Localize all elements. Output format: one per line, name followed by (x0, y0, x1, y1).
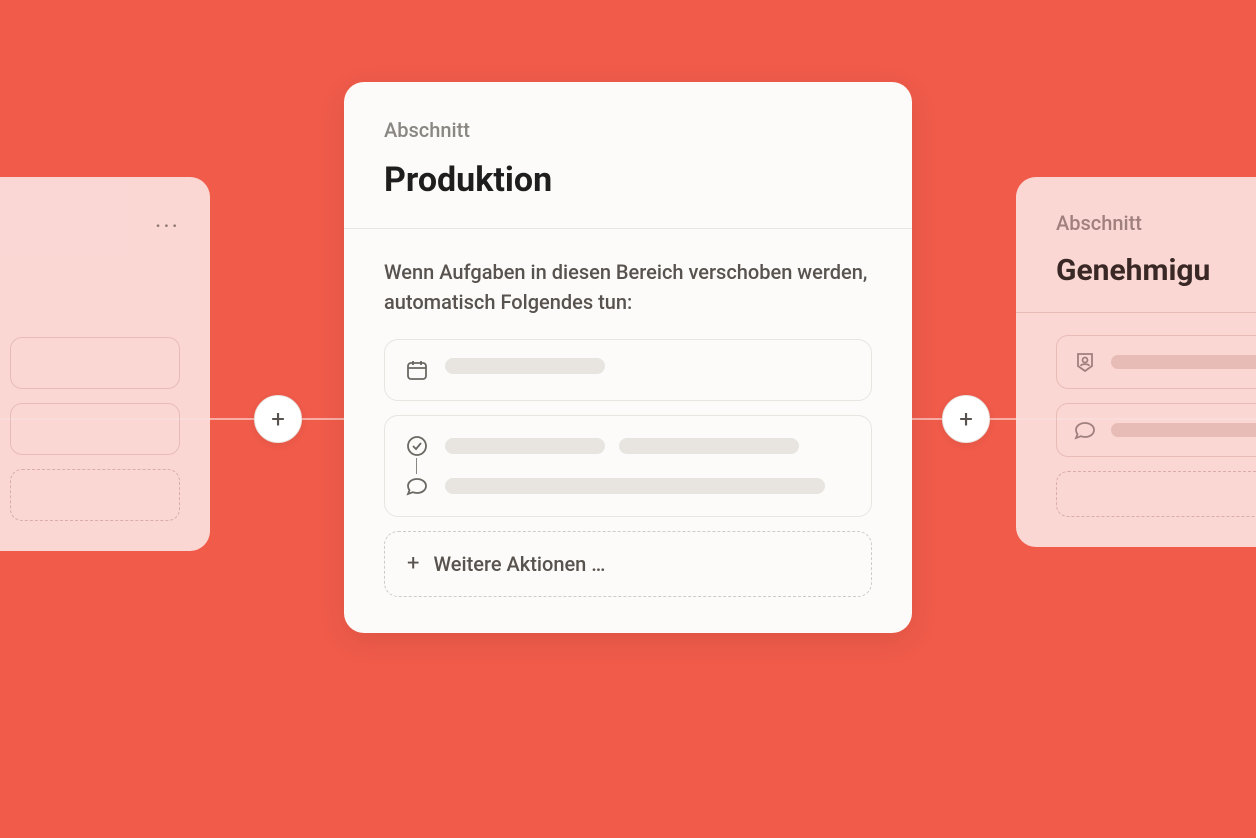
comment-icon (1073, 418, 1097, 442)
more-menu-icon[interactable]: ... (10, 207, 180, 237)
cards-container: ... + Abschnitt Produktion Wenn Aufgaben… (0, 0, 1256, 838)
section-label: Abschnitt (1056, 211, 1256, 235)
row-connector (416, 458, 417, 474)
add-action-placeholder[interactable] (10, 469, 180, 521)
action-rule-comment[interactable] (1056, 403, 1256, 457)
plus-icon: + (407, 553, 419, 575)
action-placeholder-text (445, 478, 825, 494)
action-placeholder-text (1111, 355, 1256, 369)
user-badge-icon (1073, 350, 1097, 374)
section-title: Produktion (384, 160, 872, 200)
calendar-icon (405, 358, 429, 382)
divider (1016, 312, 1256, 313)
action-placeholder-text (445, 358, 605, 374)
add-more-actions-button[interactable]: + Weitere Aktionen … (384, 531, 872, 597)
comment-icon (405, 474, 429, 498)
action-placeholder-text (1111, 423, 1256, 437)
card-header: Abschnitt Produktion (344, 82, 912, 228)
section-title: Genehmigu (1056, 253, 1256, 288)
section-card-previous: ... (0, 177, 210, 551)
action-rule-date[interactable] (384, 339, 872, 401)
add-section-button-right[interactable]: + (942, 395, 990, 443)
action-rule-assignee[interactable] (1056, 335, 1256, 389)
action-rule-approval[interactable] (384, 415, 872, 517)
plus-icon: + (271, 407, 285, 431)
add-action-placeholder[interactable] (1056, 471, 1256, 517)
plus-icon: + (959, 407, 973, 431)
check-circle-icon (405, 434, 429, 458)
action-placeholder-text (445, 438, 605, 454)
action-placeholder-text (619, 438, 799, 454)
add-more-actions-label: Weitere Aktionen … (433, 552, 605, 576)
card-body: Wenn Aufgaben in diesen Bereich verschob… (344, 229, 912, 633)
section-card-next: Abschnitt Genehmigu (1016, 177, 1256, 547)
action-placeholder (10, 337, 180, 389)
add-section-button-left[interactable]: + (254, 395, 302, 443)
rule-description: Wenn Aufgaben in diesen Bereich verschob… (384, 257, 872, 317)
section-label: Abschnitt (384, 118, 872, 142)
action-placeholder (10, 403, 180, 455)
section-card-main: Abschnitt Produktion Wenn Aufgaben in di… (344, 82, 912, 633)
